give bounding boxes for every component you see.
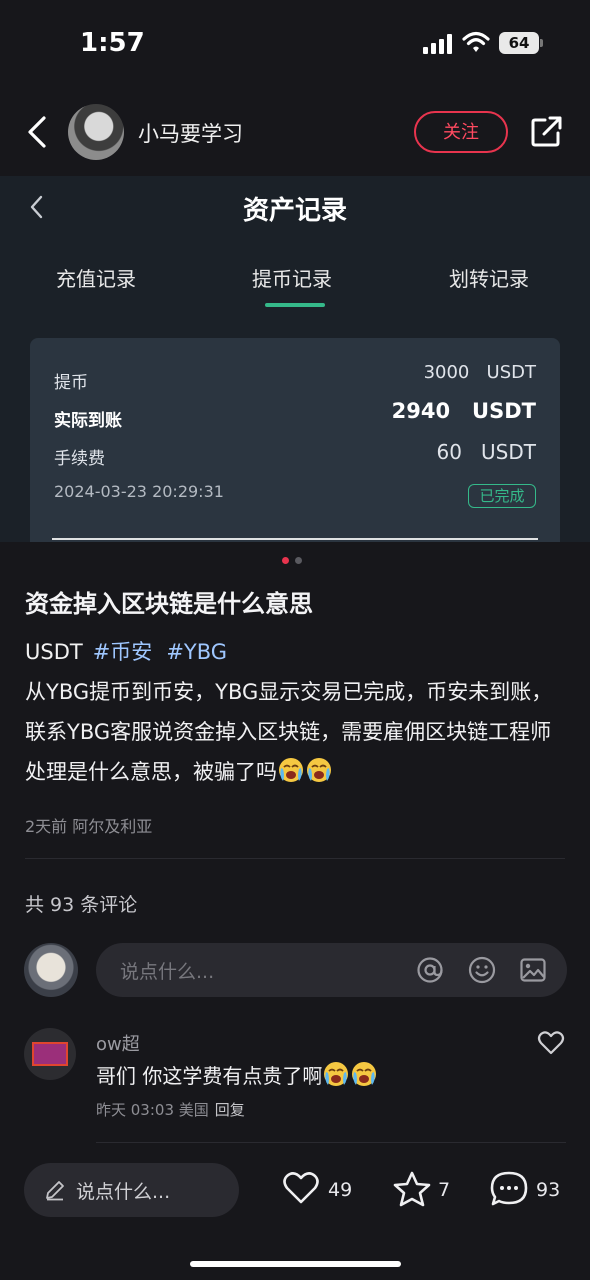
like-action[interactable]: 49	[282, 1170, 357, 1210]
status-bar: 1:57 64	[0, 0, 590, 90]
hashtag-binance[interactable]: #币安	[93, 640, 153, 664]
comment-total: 93	[536, 1179, 561, 1201]
post-image[interactable]: 资产记录 充值记录 提币记录 划转记录 提币 3000 USDT 实际到账 29…	[0, 176, 590, 542]
comment-like-heart-icon[interactable]	[537, 1030, 565, 1056]
comment-meta: 昨天 03:03 美国 回复	[96, 1099, 245, 1120]
follow-button[interactable]: 关注	[414, 111, 508, 153]
received-value: 2940 USDT	[391, 399, 536, 423]
favorite-action[interactable]: 7	[392, 1170, 452, 1210]
comment-input[interactable]: 说点什么...	[96, 943, 567, 997]
withdraw-value: 3000 USDT	[423, 362, 536, 383]
mention-icon[interactable]	[416, 956, 444, 984]
comment-bubble-icon	[490, 1171, 528, 1206]
like-count: 49	[328, 1179, 353, 1201]
comment-action[interactable]: 93	[489, 1170, 564, 1210]
commenter-avatar[interactable]	[24, 1028, 76, 1080]
image-title: 资产记录	[242, 196, 347, 226]
active-tab-indicator	[265, 303, 325, 307]
withdraw-label: 提币	[54, 373, 88, 393]
home-indicator[interactable]	[190, 1261, 401, 1267]
comment-text-content: 哥们 你这学费有点贵了啊	[96, 1064, 323, 1088]
bottom-input-placeholder: 说点什么...	[76, 1181, 171, 1203]
image-pager	[282, 557, 306, 565]
image-tab-transfer: 划转记录	[449, 267, 529, 291]
battery-icon: 64	[499, 32, 539, 54]
record-datetime: 2024-03-23 20:29:31	[54, 482, 224, 501]
received-label: 实际到账	[54, 411, 122, 431]
favorite-count: 7	[438, 1179, 451, 1201]
image-tab-deposit: 充值记录	[56, 267, 136, 291]
post-header: 小马要学习 关注	[0, 96, 590, 172]
cellular-signal-icon	[423, 34, 452, 54]
battery-tip	[540, 39, 543, 47]
card-divider	[52, 538, 538, 540]
crying-face-emoji	[324, 1062, 349, 1086]
comment-input-placeholder: 说点什么...	[120, 961, 215, 983]
reply-button[interactable]: 回复	[215, 1101, 245, 1119]
fee-value: 60 USDT	[436, 440, 536, 464]
status-time: 1:57	[80, 28, 145, 58]
comment-text: 哥们 你这学费有点贵了啊	[96, 1060, 378, 1089]
crying-face-emoji	[307, 758, 331, 782]
wifi-icon	[462, 31, 490, 52]
pencil-icon	[46, 1181, 64, 1201]
crying-face-emoji	[279, 758, 303, 782]
emoji-icon[interactable]	[468, 956, 496, 984]
comment-divider	[96, 1142, 566, 1143]
back-arrow-icon[interactable]	[22, 112, 52, 152]
commenter-name[interactable]: ow超	[96, 1030, 140, 1056]
hashtag-ybg[interactable]: #YBG	[166, 640, 227, 664]
withdraw-record-card: 提币 3000 USDT 实际到账 2940 USDT 手续费 60 USDT …	[30, 338, 560, 542]
post-title: 资金掉入区块链是什么意思	[25, 590, 313, 618]
star-icon	[393, 1171, 431, 1207]
comment-count: 共 93 条评论	[25, 894, 138, 916]
section-divider	[25, 858, 565, 859]
share-icon[interactable]	[530, 116, 564, 148]
my-avatar	[24, 943, 78, 997]
bottom-comment-input[interactable]: 说点什么...	[24, 1163, 239, 1217]
image-tab-withdraw: 提币记录	[252, 267, 332, 291]
image-icon[interactable]	[519, 956, 547, 984]
crying-face-emoji	[352, 1062, 377, 1086]
author-avatar[interactable]	[68, 104, 124, 160]
pager-dot-active	[282, 557, 289, 564]
post-meta: 2天前 阿尔及利亚	[25, 817, 153, 836]
pager-dot	[295, 557, 302, 564]
fee-label: 手续费	[54, 449, 105, 469]
heart-icon	[283, 1172, 319, 1204]
post-body: 从YBG提币到币安，YBG显示交易已完成，币安未到账，联系YBG客服说资金掉入区…	[25, 672, 570, 792]
author-name[interactable]: 小马要学习	[138, 118, 243, 148]
comment-time-location: 昨天 03:03 美国	[96, 1101, 209, 1119]
tag-plain-text: USDT	[25, 640, 83, 664]
status-badge: 已完成	[468, 484, 536, 508]
post-tags: USDT #币安 #YBG	[25, 636, 227, 666]
